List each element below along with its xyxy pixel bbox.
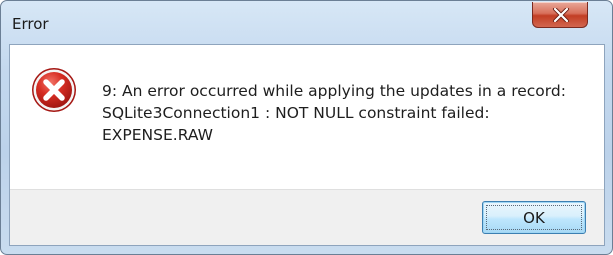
close-icon bbox=[553, 8, 569, 22]
button-bar: OK bbox=[10, 189, 604, 245]
message-area: 9: An error occurred while applying the … bbox=[10, 45, 604, 189]
dialog-window: Error 9: An error occurred while applyin… bbox=[0, 0, 613, 255]
error-message: 9: An error occurred while applying the … bbox=[102, 82, 566, 144]
dialog-title: Error bbox=[12, 15, 49, 33]
ok-button[interactable]: OK bbox=[482, 201, 586, 234]
close-button[interactable] bbox=[532, 2, 588, 28]
error-icon bbox=[32, 68, 76, 112]
dialog-content: 9: An error occurred while applying the … bbox=[9, 44, 605, 246]
